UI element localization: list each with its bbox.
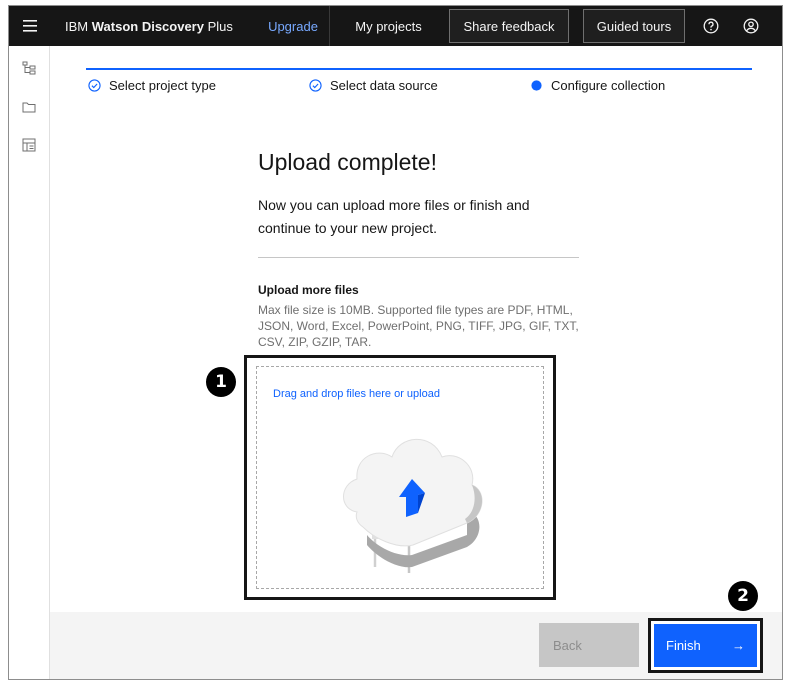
- step-select-project-type: Select project type: [87, 78, 216, 93]
- finish-label: Finish: [666, 638, 701, 653]
- folder-icon[interactable]: [21, 99, 37, 115]
- file-drop-zone-highlight: Drag and drop files here or upload: [244, 355, 556, 600]
- footer-bar: Back Finish →: [50, 612, 782, 679]
- tree-view-icon[interactable]: [21, 60, 37, 76]
- progress-bar: [86, 68, 752, 70]
- callout-badge-2: 2: [728, 581, 758, 611]
- left-rail: [9, 46, 50, 679]
- brand-suffix: Plus: [207, 18, 233, 34]
- my-projects-link[interactable]: My projects: [329, 6, 447, 46]
- finish-button-highlight: Finish →: [648, 618, 763, 673]
- step-configure-collection: Configure collection: [529, 78, 665, 93]
- data-table-icon[interactable]: [21, 137, 37, 153]
- app-window: IBM Watson Discovery Plus Upgrade My pro…: [8, 5, 783, 680]
- page-title: Upload complete!: [258, 149, 437, 175]
- page-description: Now you can upload more files or finish …: [258, 197, 530, 236]
- step-label: Select project type: [109, 78, 216, 93]
- checkmark-outline-icon: [308, 79, 322, 93]
- upgrade-link[interactable]: Upgrade: [257, 6, 329, 46]
- cloud-upload-illustration: [343, 438, 483, 573]
- step-label: Configure collection: [551, 78, 666, 93]
- back-button[interactable]: Back: [539, 623, 639, 667]
- callout-badge-1: 1: [206, 367, 236, 397]
- arrow-right-icon: →: [732, 638, 745, 653]
- divider: [258, 257, 579, 258]
- product-name[interactable]: IBM Watson Discovery Plus: [51, 19, 251, 34]
- current-step-icon: [529, 79, 543, 93]
- upload-info-text: Max file size is 10MB. Supported file ty…: [258, 303, 579, 349]
- file-drop-zone[interactable]: Drag and drop files here or upload: [256, 366, 544, 589]
- upload-heading: Upload more files: [258, 283, 359, 297]
- share-feedback-button[interactable]: Share feedback: [449, 9, 569, 43]
- guided-tours-button[interactable]: Guided tours: [583, 9, 685, 43]
- user-avatar-icon[interactable]: [731, 6, 771, 46]
- upload-link[interactable]: Drag and drop files here or upload: [273, 388, 440, 400]
- menu-icon[interactable]: [9, 6, 51, 46]
- top-header: IBM Watson Discovery Plus Upgrade My pro…: [9, 6, 782, 46]
- step-select-data-source: Select data source: [308, 78, 438, 93]
- finish-button[interactable]: Finish →: [654, 624, 757, 667]
- checkmark-outline-icon: [87, 79, 101, 93]
- step-label: Select data source: [330, 78, 438, 93]
- brand-prefix: IBM: [65, 18, 89, 34]
- help-icon[interactable]: [691, 6, 731, 46]
- brand-name: Watson Discovery: [91, 18, 204, 34]
